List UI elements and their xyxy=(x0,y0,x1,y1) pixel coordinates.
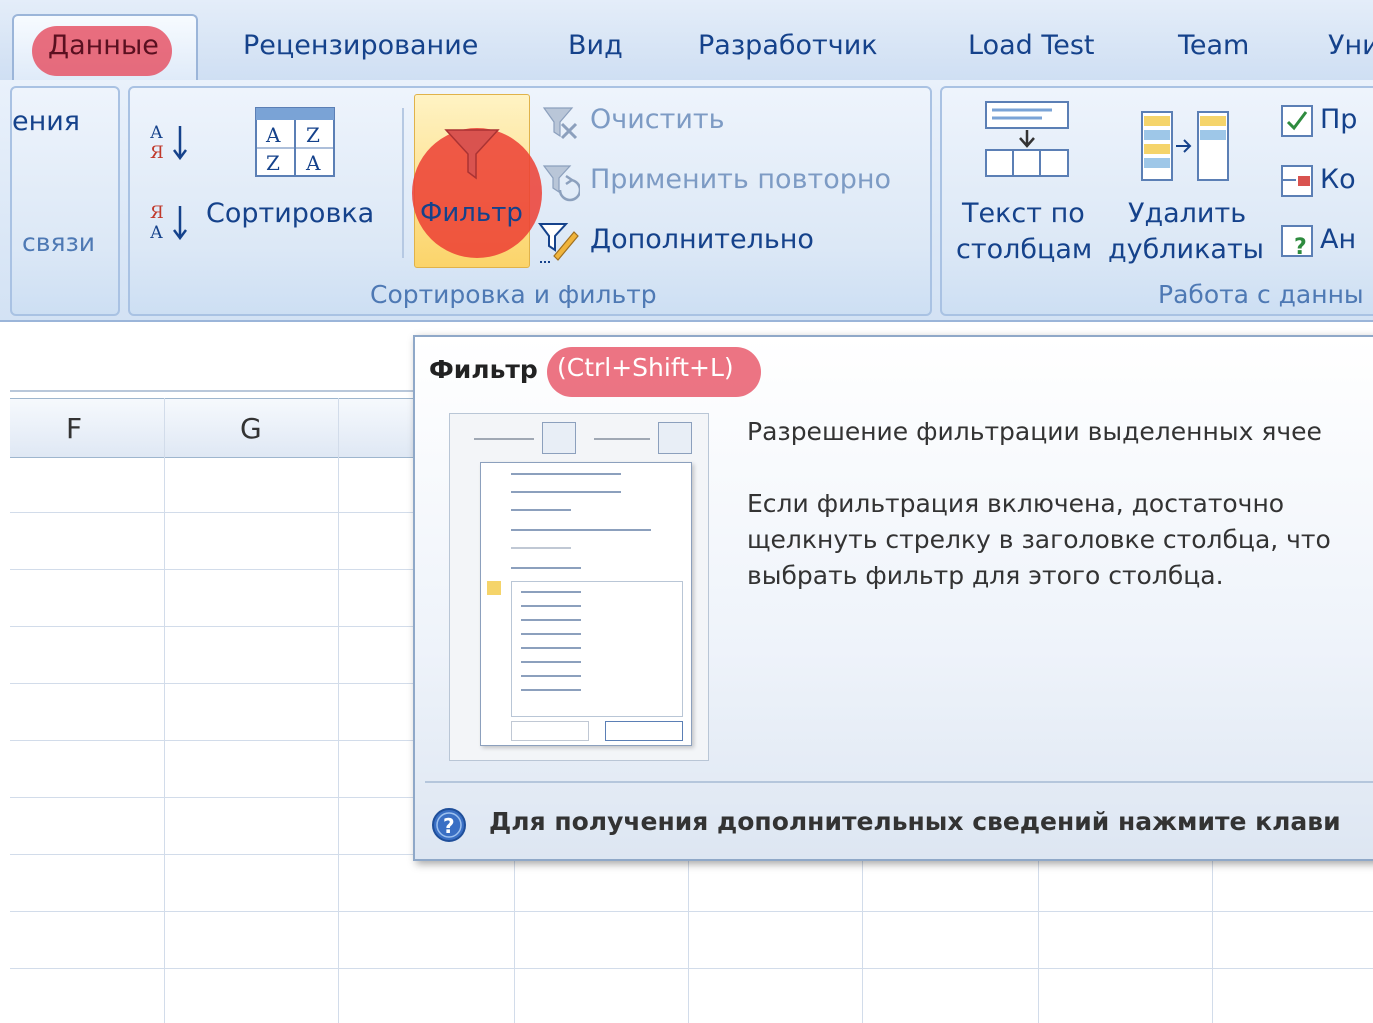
svg-text:A: A xyxy=(305,151,321,175)
tooltip-shortcut: (Ctrl+Shift+L) xyxy=(557,353,734,382)
filter-tooltip: Фильтр (Ctrl+Shift+L) Разрешение фильтра… xyxy=(413,335,1373,861)
tooltip-body-line-3: выбрать фильтр для этого столбца. xyxy=(747,561,1224,590)
ribbon-tab-bar: Данные Рецензирование Вид Разработчик Lo… xyxy=(0,0,1373,86)
column-divider xyxy=(164,398,165,1023)
clear-button[interactable]: Очистить xyxy=(590,104,725,135)
connections-partial-label[interactable]: ения xyxy=(12,106,80,137)
svg-text:?: ? xyxy=(443,814,455,838)
row-divider xyxy=(10,968,1373,969)
tooltip-title: Фильтр xyxy=(429,355,538,384)
tab-load-test[interactable]: Load Test xyxy=(968,30,1095,61)
tab-truncated[interactable]: Уни xyxy=(1328,30,1373,61)
column-divider xyxy=(1212,856,1213,1023)
column-divider xyxy=(862,856,863,1023)
column-divider xyxy=(514,856,515,1023)
tooltip-body-line-2: щелкнуть стрелку в заголовке столбца, чт… xyxy=(747,525,1331,554)
reapply-button[interactable]: Применить повторно xyxy=(590,164,891,195)
sort-filter-group: А Я Я А A Z Z A Сортировка Фильтр Очисти… xyxy=(128,86,932,316)
svg-text:Z: Z xyxy=(306,123,320,147)
sort-ascending-icon[interactable]: А Я xyxy=(148,120,192,164)
filter-preview-image xyxy=(449,413,709,761)
funnel-icon xyxy=(442,124,502,184)
tab-data[interactable]: Данные xyxy=(48,30,159,61)
tooltip-separator xyxy=(425,781,1373,783)
advanced-filter-icon xyxy=(536,218,582,264)
preview-header-line xyxy=(474,438,534,440)
remove-duplicates-icon[interactable] xyxy=(1138,108,1236,184)
help-icon: ? xyxy=(431,807,467,843)
column-divider xyxy=(338,398,339,1023)
preview-dropdown-icon xyxy=(542,422,576,454)
data-validation-icon xyxy=(1280,104,1314,138)
consolidate-label[interactable]: Ко xyxy=(1320,164,1356,195)
column-divider xyxy=(1038,856,1039,1023)
sort-button[interactable]: Сортировка xyxy=(206,198,374,229)
column-divider xyxy=(688,856,689,1023)
svg-text:Z: Z xyxy=(266,151,280,175)
text-to-columns-icon[interactable] xyxy=(982,98,1072,182)
what-if-analysis-label[interactable]: Ан xyxy=(1320,224,1356,255)
data-tools-group-label: Работа с данны xyxy=(1158,280,1364,309)
sort-descending-icon[interactable]: Я А xyxy=(148,200,192,244)
svg-text:?: ? xyxy=(1294,235,1307,258)
preview-filter-menu xyxy=(480,462,692,746)
connections-group: ения связи xyxy=(10,86,120,316)
svg-text:А: А xyxy=(150,223,163,243)
remove-duplicates-label-1[interactable]: Удалить xyxy=(1128,198,1246,229)
tab-developer[interactable]: Разработчик xyxy=(698,30,878,61)
preview-filter-icon xyxy=(658,422,692,454)
filter-label[interactable]: Фильтр xyxy=(420,198,523,228)
svg-text:A: A xyxy=(265,123,281,147)
data-validation-label[interactable]: Пр xyxy=(1320,104,1357,135)
what-if-analysis-icon: ? xyxy=(1280,224,1314,260)
tab-view[interactable]: Вид xyxy=(568,30,623,61)
reapply-filter-icon xyxy=(540,160,582,204)
connections-group-label: связи xyxy=(22,228,96,257)
row-divider xyxy=(10,911,1373,912)
text-to-columns-label-2[interactable]: столбцам xyxy=(956,234,1092,265)
svg-text:Я: Я xyxy=(150,203,164,223)
svg-text:А: А xyxy=(150,123,163,143)
group-separator xyxy=(402,108,404,258)
column-header-g[interactable]: G xyxy=(240,412,262,445)
clear-filter-icon xyxy=(540,102,580,142)
tab-review[interactable]: Рецензирование xyxy=(243,30,478,61)
preview-header-line xyxy=(594,438,650,440)
data-tools-group: Текст по столбцам Удалить дубликаты Пр К… xyxy=(940,86,1373,316)
tooltip-body-line-1: Если фильтрация включена, достаточно xyxy=(747,489,1285,518)
consolidate-icon xyxy=(1280,164,1314,198)
tooltip-help-text: Для получения дополнительных сведений на… xyxy=(489,807,1341,836)
sort-dialog-icon[interactable]: A Z Z A xyxy=(254,106,336,178)
svg-text:Я: Я xyxy=(150,143,164,163)
advanced-button[interactable]: Дополнительно xyxy=(590,224,814,255)
column-header-f[interactable]: F xyxy=(66,412,82,445)
formula-bar-border xyxy=(10,390,413,392)
tab-team[interactable]: Team xyxy=(1178,30,1249,61)
remove-duplicates-label-2[interactable]: дубликаты xyxy=(1108,234,1264,265)
sort-filter-group-label: Сортировка и фильтр xyxy=(370,280,657,309)
text-to-columns-label-1[interactable]: Текст по xyxy=(962,198,1085,229)
tooltip-description: Разрешение фильтрации выделенных ячее xyxy=(747,417,1322,446)
